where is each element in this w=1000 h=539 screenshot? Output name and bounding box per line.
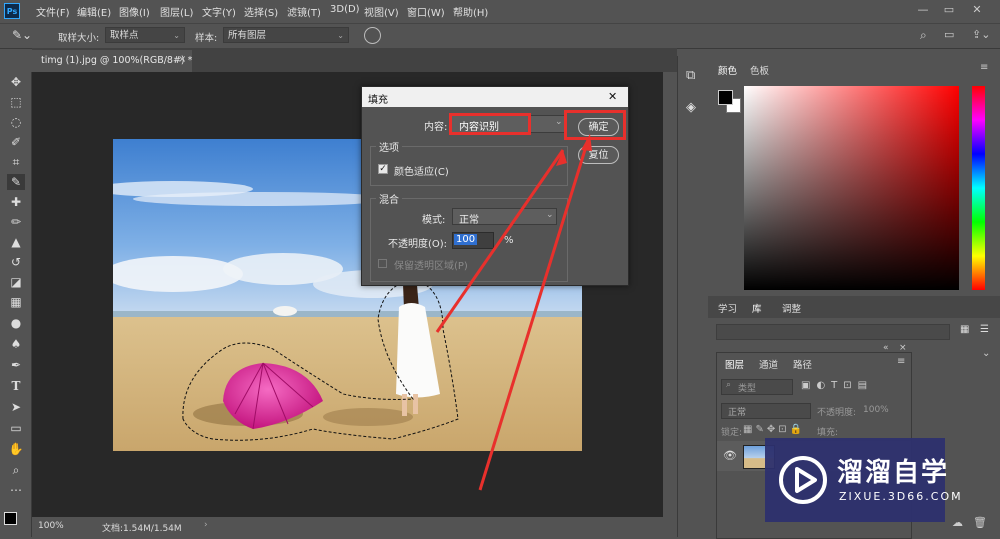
tab-color[interactable]: 颜色 bbox=[718, 63, 737, 77]
tab-swatches[interactable]: 色板 bbox=[750, 63, 769, 77]
visibility-eye-icon[interactable]: 👁 bbox=[723, 449, 737, 462]
layer-blend-mode-select[interactable]: 正常 bbox=[721, 403, 811, 419]
watermark-logo: 溜溜自学 ZIXUE.3D66.COM bbox=[765, 438, 961, 522]
fill-label: 填充: bbox=[817, 428, 839, 438]
tab-channels[interactable]: 通道 bbox=[759, 357, 778, 371]
expand-panel-icon[interactable]: ⌄ bbox=[982, 348, 990, 359]
layer-opacity-value[interactable]: 100% bbox=[863, 405, 889, 415]
close-panel-icon[interactable]: × bbox=[899, 343, 907, 353]
panel-menu-icon[interactable]: ≡ bbox=[897, 356, 905, 367]
tab-layers[interactable]: 图层 bbox=[725, 357, 744, 371]
watermark-title: 溜溜自学 bbox=[837, 458, 950, 488]
lock-label: 锁定: bbox=[721, 428, 743, 438]
foreground-color-swatch[interactable] bbox=[718, 90, 733, 105]
layer-filter-placeholder: 类型 bbox=[738, 384, 757, 394]
trash-icon[interactable]: 🗑 bbox=[973, 516, 987, 529]
properties-panel-icon[interactable]: ◈ bbox=[686, 100, 696, 115]
collapse-icon[interactable]: « bbox=[883, 343, 889, 353]
library-select[interactable] bbox=[716, 324, 950, 340]
tab-adjustments[interactable]: 调整 bbox=[782, 301, 801, 315]
color-field[interactable] bbox=[744, 86, 959, 290]
cloud-icon[interactable]: ☁ bbox=[952, 516, 963, 529]
panel-dock-strip: ⧉ ◈ bbox=[677, 56, 709, 537]
annotation-arrow-1 bbox=[435, 149, 565, 333]
tab-learn[interactable]: 学习 bbox=[718, 301, 737, 315]
history-panel-icon[interactable]: ⧉ bbox=[686, 68, 695, 83]
hue-slider[interactable] bbox=[972, 86, 985, 290]
tab-libraries[interactable]: 库 bbox=[752, 301, 762, 315]
play-logo-icon bbox=[779, 456, 827, 504]
layer-opacity-label: 不透明度: bbox=[817, 408, 857, 418]
layer-blend-mode-value: 正常 bbox=[728, 408, 747, 418]
panel-menu-icon[interactable]: ≡ bbox=[980, 62, 988, 73]
grid-view-icon[interactable]: ▦ bbox=[960, 324, 969, 335]
search-icon: ⌕ bbox=[726, 380, 732, 390]
lock-icons[interactable]: ▦✎✥⊡🔒 bbox=[743, 424, 805, 435]
watermark-url: ZIXUE.3D66.COM bbox=[839, 490, 963, 503]
layer-filter-icons[interactable]: ▣◐T⊡▤ bbox=[801, 380, 873, 391]
list-view-icon[interactable]: ☰ bbox=[980, 324, 989, 335]
annotation-arrowhead-2 bbox=[581, 134, 592, 151]
tab-paths[interactable]: 路径 bbox=[793, 357, 812, 371]
layer-filter-select[interactable]: ⌕ 类型 bbox=[721, 379, 793, 395]
